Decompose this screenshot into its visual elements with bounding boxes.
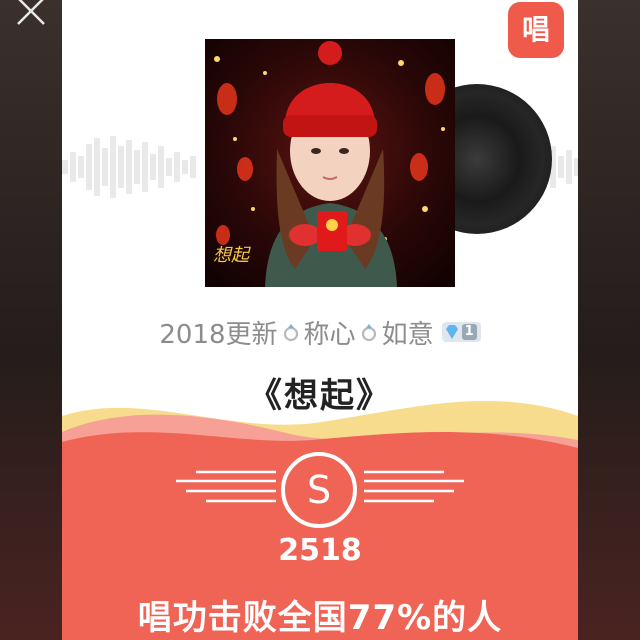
ring-emoji-icon (283, 324, 298, 342)
svg-text:想起: 想起 (213, 245, 251, 266)
close-icon[interactable] (14, 0, 48, 28)
vip-level: 1 (461, 324, 477, 340)
song-subtitle: 2018更新 称心 如意 1 (62, 312, 578, 352)
vip-diamond-badge: 1 (441, 322, 481, 342)
subtitle-suffix: 如意 (381, 319, 434, 350)
score-value: 2518 (278, 533, 362, 568)
share-card: 想起 2018更新 称心 如意 1 《想起》 S 2518 唱功击败全国77%的… (62, 0, 578, 640)
ring-emoji-icon (361, 324, 376, 342)
backdrop-right (578, 0, 640, 640)
sing-app-badge[interactable]: 唱 (508, 2, 564, 58)
subtitle-prefix: 2018更新 (159, 319, 278, 350)
diamond-icon (445, 325, 458, 339)
grade-badge: S (281, 452, 357, 528)
grade-decor-left (176, 470, 276, 503)
sing-badge-label: 唱 (521, 13, 550, 46)
grade-letter: S (306, 468, 332, 512)
subtitle-mid: 称心 (303, 319, 356, 350)
album-cover[interactable]: 想起 (205, 39, 455, 287)
rank-text: 唱功击败全国77%的人 (137, 598, 503, 638)
grade-decor-right (364, 470, 464, 503)
backdrop-left (0, 0, 62, 640)
